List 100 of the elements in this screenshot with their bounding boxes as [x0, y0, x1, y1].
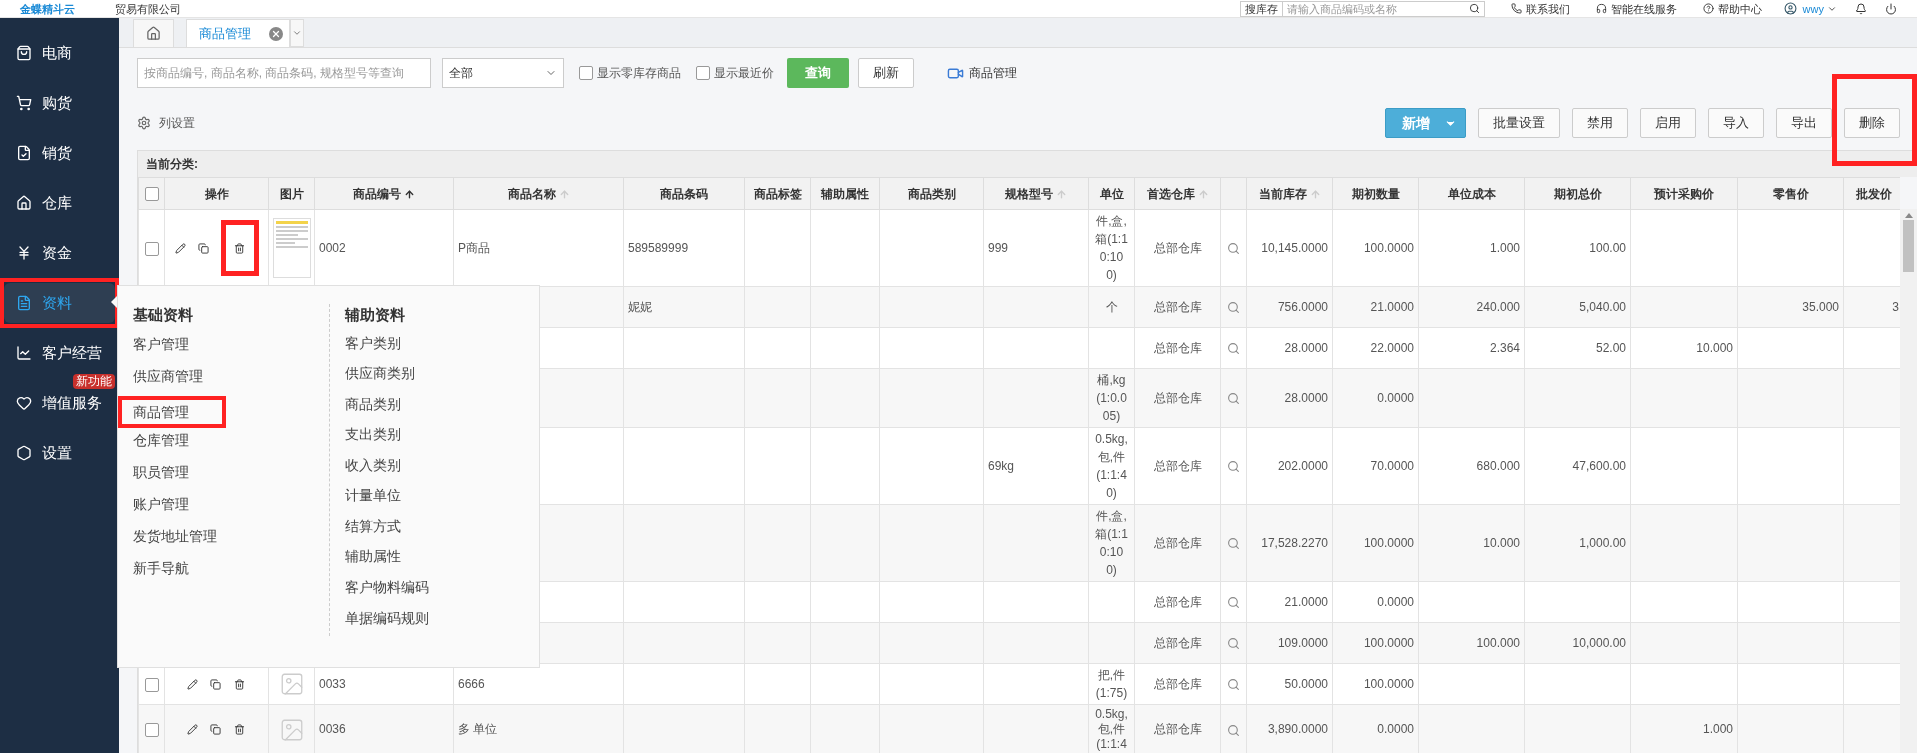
- global-search-field[interactable]: 搜库存 请输入商品编码或名称: [1239, 0, 1485, 17]
- menu-item[interactable]: 客户物料编码: [344, 574, 429, 606]
- header-link[interactable]: 帮助中心: [1717, 1, 1762, 16]
- menu-item[interactable]: 客户管理: [133, 332, 189, 364]
- sidebar-item[interactable]: 客户经营: [4, 333, 115, 373]
- table-cell: 10.000: [1483, 535, 1520, 550]
- sidebar-item[interactable]: 电商: [4, 33, 115, 73]
- checkbox[interactable]: [144, 241, 159, 256]
- scroll-up-icon[interactable]: [1904, 213, 1913, 218]
- menu-item[interactable]: 供应商管理: [133, 364, 203, 396]
- column-header[interactable]: 首选仓库: [1134, 177, 1221, 210]
- sort-arrow-icon[interactable]: [404, 188, 415, 200]
- checkbox[interactable]: [144, 723, 159, 738]
- table-cell: 756.0000: [1277, 299, 1328, 314]
- power-icon[interactable]: [1885, 2, 1897, 15]
- sidebar-item[interactable]: 资金: [4, 233, 115, 273]
- sidebar-item[interactable]: 仓库: [4, 183, 115, 223]
- copy-icon[interactable]: [209, 678, 221, 690]
- search-scope: 搜库存: [1240, 1, 1283, 16]
- sidebar-item[interactable]: 购货: [4, 83, 115, 123]
- search-field[interactable]: 按商品编号, 商品名称, 商品条码, 规格型号等查询: [137, 58, 431, 88]
- toolbar-button[interactable]: 删除: [1844, 108, 1900, 138]
- checkbox[interactable]: [144, 187, 159, 202]
- column-header[interactable]: 操作: [164, 177, 269, 210]
- settings-icon[interactable]: [137, 116, 151, 130]
- menu-item[interactable]: 新手导航: [133, 556, 189, 588]
- column-header[interactable]: 商品名称: [453, 177, 624, 210]
- menu-item[interactable]: 收入类别: [344, 452, 401, 484]
- menu-item[interactable]: 辅助属性: [344, 544, 401, 575]
- user-name[interactable]: wwy: [1802, 1, 1824, 16]
- table-cell: 28.0000: [1284, 340, 1328, 355]
- video-link[interactable]: 商品管理: [969, 64, 1017, 82]
- menu-item[interactable]: 商品类别: [344, 391, 401, 423]
- column-header[interactable]: 商品类别: [879, 177, 984, 210]
- edit-icon[interactable]: [186, 724, 198, 735]
- column-header[interactable]: 当前库存: [1246, 177, 1333, 210]
- column-header[interactable]: 期初数量: [1332, 177, 1419, 210]
- toolbar-button[interactable]: 禁用: [1572, 108, 1628, 138]
- delete-icon-frame[interactable]: [220, 220, 259, 276]
- copy-icon[interactable]: [197, 242, 209, 254]
- table-cell: 6666: [458, 676, 485, 691]
- table-cell: 总部仓库: [1153, 458, 1202, 473]
- menu-item[interactable]: 计量单位: [344, 483, 401, 514]
- scrollbar[interactable]: [1900, 209, 1917, 753]
- checkbox[interactable]: [579, 66, 593, 80]
- close-icon[interactable]: [269, 26, 283, 41]
- sidebar-item[interactable]: 资料: [4, 283, 115, 323]
- menu-item[interactable]: 职员管理: [133, 460, 189, 492]
- column-header[interactable]: 规格型号: [983, 177, 1089, 210]
- column-header[interactable]: 商品条码: [623, 177, 745, 210]
- sidebar-item[interactable]: 销货: [4, 133, 115, 173]
- column-header[interactable]: 图片: [268, 177, 315, 210]
- delete-icon[interactable]: [234, 242, 245, 254]
- edit-icon[interactable]: [174, 242, 186, 254]
- menu-item[interactable]: 供应商类别: [344, 361, 415, 392]
- menu-item[interactable]: 商品管理: [118, 396, 226, 428]
- bell-icon[interactable]: [1855, 2, 1867, 15]
- product-thumbnail[interactable]: [272, 218, 311, 278]
- menu-item[interactable]: 支出类别: [344, 422, 401, 453]
- toolbar-button[interactable]: 导出: [1776, 108, 1832, 138]
- column-header[interactable]: 预计采购价: [1630, 177, 1738, 210]
- header-link[interactable]: 智能在线服务: [1610, 1, 1677, 16]
- column-header[interactable]: 零售价: [1737, 177, 1844, 210]
- link-icon: [1702, 3, 1714, 14]
- column-header[interactable]: 辅助属性: [810, 177, 880, 210]
- column-header[interactable]: 商品标签: [744, 177, 811, 210]
- scrollbar-thumb[interactable]: [1903, 220, 1914, 272]
- menu-icon: [16, 345, 32, 361]
- company-name: 贸易有限公司: [115, 1, 181, 16]
- toolbar-button[interactable]: 启用: [1640, 108, 1696, 138]
- menu-item[interactable]: 仓库管理: [133, 428, 189, 460]
- menu-item[interactable]: 客户类别: [344, 330, 401, 362]
- checkbox-label: 显示零库存商品: [597, 65, 681, 82]
- menu-item[interactable]: 发货地址管理: [133, 524, 217, 556]
- column-header[interactable]: 单位: [1088, 177, 1135, 210]
- avatar-icon[interactable]: [1783, 2, 1797, 15]
- home-tab[interactable]: [133, 19, 174, 47]
- search-icon[interactable]: [1468, 3, 1480, 14]
- refresh-button[interactable]: 刷新: [858, 58, 914, 88]
- toolbar-button[interactable]: 批量设置: [1478, 108, 1560, 138]
- menu-item[interactable]: 结算方式: [344, 513, 401, 545]
- edit-icon[interactable]: [186, 678, 198, 690]
- category-select[interactable]: 全部: [442, 58, 564, 88]
- column-header[interactable]: 单位成本: [1418, 177, 1525, 210]
- menu-item[interactable]: 账户管理: [133, 492, 189, 524]
- menu-item[interactable]: 单据编码规则: [344, 605, 429, 637]
- toolbar-button[interactable]: 导入: [1708, 108, 1764, 138]
- checkbox[interactable]: [144, 677, 159, 692]
- column-settings-link[interactable]: 列设置: [159, 114, 195, 132]
- copy-icon[interactable]: [209, 724, 221, 735]
- header-link[interactable]: 联系我们: [1525, 1, 1570, 16]
- table-cell: 0.5kg,包,件(1:1:4: [1095, 707, 1128, 752]
- checkbox[interactable]: [696, 66, 710, 80]
- column-header[interactable]: 批发价: [1843, 177, 1900, 210]
- menu-icon: [16, 395, 32, 411]
- page-tab[interactable]: 商品管理: [186, 19, 290, 47]
- column-header[interactable]: 期初总价: [1524, 177, 1631, 210]
- sidebar-item[interactable]: 设置: [4, 433, 115, 473]
- menu-icon: [16, 45, 32, 61]
- column-header[interactable]: 商品编号: [314, 177, 454, 210]
